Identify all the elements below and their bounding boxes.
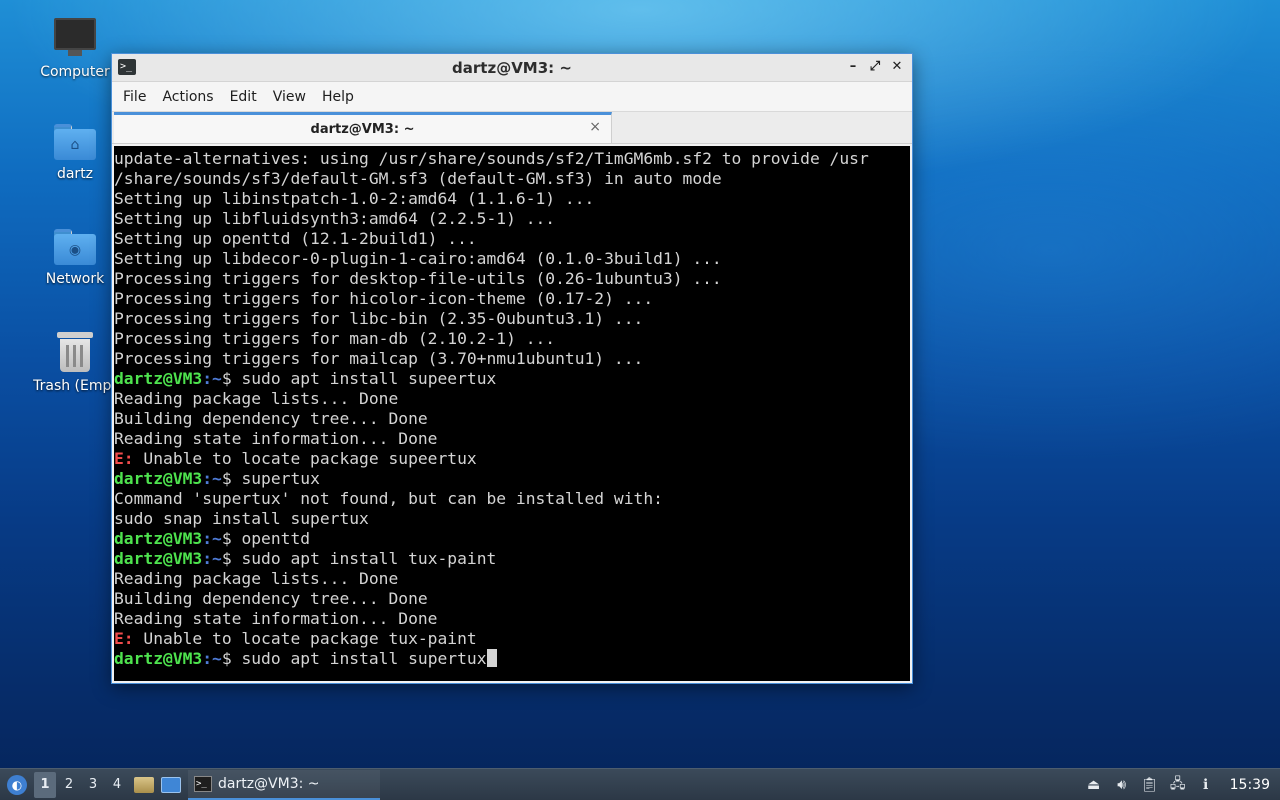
terminal-output-line: Building dependency tree... Done [114, 589, 428, 608]
terminal-tab[interactable]: dartz@VM3: ~ × [114, 112, 612, 143]
clipboard-icon[interactable]: 📋︎ [1138, 773, 1162, 797]
prompt-path: :~ [202, 529, 222, 548]
terminal-output-line: Processing triggers for hicolor-icon-the… [114, 289, 654, 308]
close-button[interactable]: ✕ [888, 58, 906, 76]
menu-actions[interactable]: Actions [155, 89, 220, 105]
show-desktop-icon [161, 776, 181, 793]
window-title: dartz@VM3: ~ [452, 58, 572, 77]
taskbar: ◐ 1 2 3 4 >_ dartz@VM3: ~ ⏏ 🔊︎ 📋︎ 🖧 ℹ 15… [0, 768, 1280, 800]
workspace-3-button[interactable]: 3 [82, 772, 104, 798]
terminal-command-line: dartz@VM3:~$ sudo apt install supeertux [114, 369, 910, 389]
menu-view[interactable]: View [266, 89, 313, 105]
maximize-button[interactable]: ⤢ [866, 58, 884, 76]
file-manager-icon [134, 776, 154, 793]
command-text: $ openttd [221, 529, 311, 548]
system-tray: ⏏ 🔊︎ 📋︎ 🖧 ℹ 15:39 [1082, 769, 1280, 800]
tab-label: dartz@VM3: ~ [310, 121, 415, 137]
home-folder-icon: ⌂ [54, 124, 96, 160]
desktop-icon-label: Trash (Empt [33, 378, 117, 394]
trash-icon [57, 330, 93, 372]
terminal-output[interactable]: update-alternatives: using /usr/share/so… [114, 146, 910, 681]
lubuntu-logo-icon: ◐ [7, 774, 27, 795]
network-icon[interactable]: 🖧 [1166, 773, 1190, 797]
terminal-error-line: E: Unable to locate package supeertux [114, 449, 910, 469]
text-cursor [486, 649, 497, 667]
terminal-error-line: E: Unable to locate package tux-paint [114, 629, 910, 649]
file-manager-launcher[interactable] [133, 774, 155, 796]
show-desktop-button[interactable] [160, 774, 182, 796]
minimize-button[interactable]: – [844, 58, 862, 76]
command-text: $ supertux [221, 469, 320, 488]
terminal-window: >_ dartz@VM3: ~ – ⤢ ✕ File Actions Edit … [111, 53, 913, 684]
terminal-output-line: Building dependency tree... Done [114, 409, 428, 428]
terminal-output-line: Setting up libfluidsynth3:amd64 (2.2.5-1… [114, 209, 556, 228]
update-notifier-icon[interactable]: ℹ [1194, 773, 1218, 797]
eject-icon[interactable]: ⏏ [1082, 773, 1106, 797]
terminal-output-line: Reading state information... Done [114, 429, 438, 448]
prompt-path: :~ [202, 649, 222, 668]
workspace-2-button[interactable]: 2 [58, 772, 80, 798]
menu-edit[interactable]: Edit [223, 89, 264, 105]
command-text: $ sudo apt install supertux [221, 649, 487, 668]
window-titlebar[interactable]: >_ dartz@VM3: ~ – ⤢ ✕ [112, 54, 912, 82]
menu-help[interactable]: Help [315, 89, 361, 105]
command-text: $ sudo apt install tux-paint [221, 549, 497, 568]
clock[interactable]: 15:39 [1230, 777, 1270, 793]
terminal-output-line: Reading state information... Done [114, 609, 438, 628]
terminal-app-icon[interactable]: >_ [118, 59, 136, 75]
error-prefix: E: [114, 449, 134, 468]
terminal-output-line: Command 'supertux' not found, but can be… [114, 489, 663, 508]
prompt-path: :~ [202, 369, 222, 388]
terminal-command-line: dartz@VM3:~$ sudo apt install tux-paint [114, 549, 910, 569]
computer-icon [54, 18, 96, 58]
command-text: $ sudo apt install supeertux [221, 369, 497, 388]
terminal-task-icon: >_ [194, 775, 212, 792]
network-folder-icon: ◉ [54, 229, 96, 265]
terminal-output-line: Setting up libinstpatch-1.0-2:amd64 (1.1… [114, 189, 595, 208]
menu-file[interactable]: File [116, 89, 153, 105]
volume-icon[interactable]: 🔊︎ [1110, 773, 1134, 797]
prompt-user: dartz@VM3 [114, 529, 203, 548]
desktop-icon-label: Computer [40, 64, 110, 80]
terminal-output-line: Reading package lists... Done [114, 389, 399, 408]
desktop-icon-label: dartz [56, 166, 94, 182]
terminal-output-line: update-alternatives: using /usr/share/so… [114, 149, 869, 168]
terminal-output-line: Processing triggers for mailcap (3.70+nm… [114, 349, 644, 368]
prompt-user: dartz@VM3 [114, 369, 203, 388]
terminal-command-line: dartz@VM3:~$ supertux [114, 469, 910, 489]
prompt-path: :~ [202, 469, 222, 488]
terminal-output-line: Processing triggers for libc-bin (2.35-0… [114, 309, 644, 328]
task-label: dartz@VM3: ~ [218, 775, 320, 792]
workspace-1-button[interactable]: 1 [34, 771, 56, 798]
tab-bar: dartz@VM3: ~ × [112, 112, 912, 144]
workspace-4-button[interactable]: 4 [106, 772, 128, 798]
error-text: Unable to locate package tux-paint [133, 629, 477, 648]
terminal-output-line: Setting up openttd (12.1-2build1) ... [114, 229, 477, 248]
prompt-user: dartz@VM3 [114, 649, 203, 668]
terminal-command-line: dartz@VM3:~$ openttd [114, 529, 910, 549]
terminal-command-line: dartz@VM3:~$ sudo apt install supertux [114, 649, 910, 669]
terminal-output-line: Processing triggers for desktop-file-uti… [114, 269, 722, 288]
prompt-path: :~ [202, 549, 222, 568]
terminal-output-line: sudo snap install supertux [114, 509, 369, 528]
application-menu-button[interactable]: ◐ [2, 770, 32, 800]
taskbar-task-terminal[interactable]: >_ dartz@VM3: ~ [188, 769, 380, 800]
error-prefix: E: [114, 629, 134, 648]
terminal-output-line: /share/sounds/sf3/default-GM.sf3 (defaul… [114, 169, 722, 188]
prompt-user: dartz@VM3 [114, 549, 203, 568]
prompt-user: dartz@VM3 [114, 469, 203, 488]
terminal-output-line: Processing triggers for man-db (2.10.2-1… [114, 329, 556, 348]
error-text: Unable to locate package supeertux [133, 449, 477, 468]
menu-bar: File Actions Edit View Help [112, 82, 912, 112]
terminal-output-line: Setting up libdecor-0-plugin-1-cairo:amd… [114, 249, 722, 268]
tab-close-icon[interactable]: × [589, 119, 601, 135]
terminal-output-line: Reading package lists... Done [114, 569, 399, 588]
desktop-icon-label: Network [45, 271, 105, 287]
